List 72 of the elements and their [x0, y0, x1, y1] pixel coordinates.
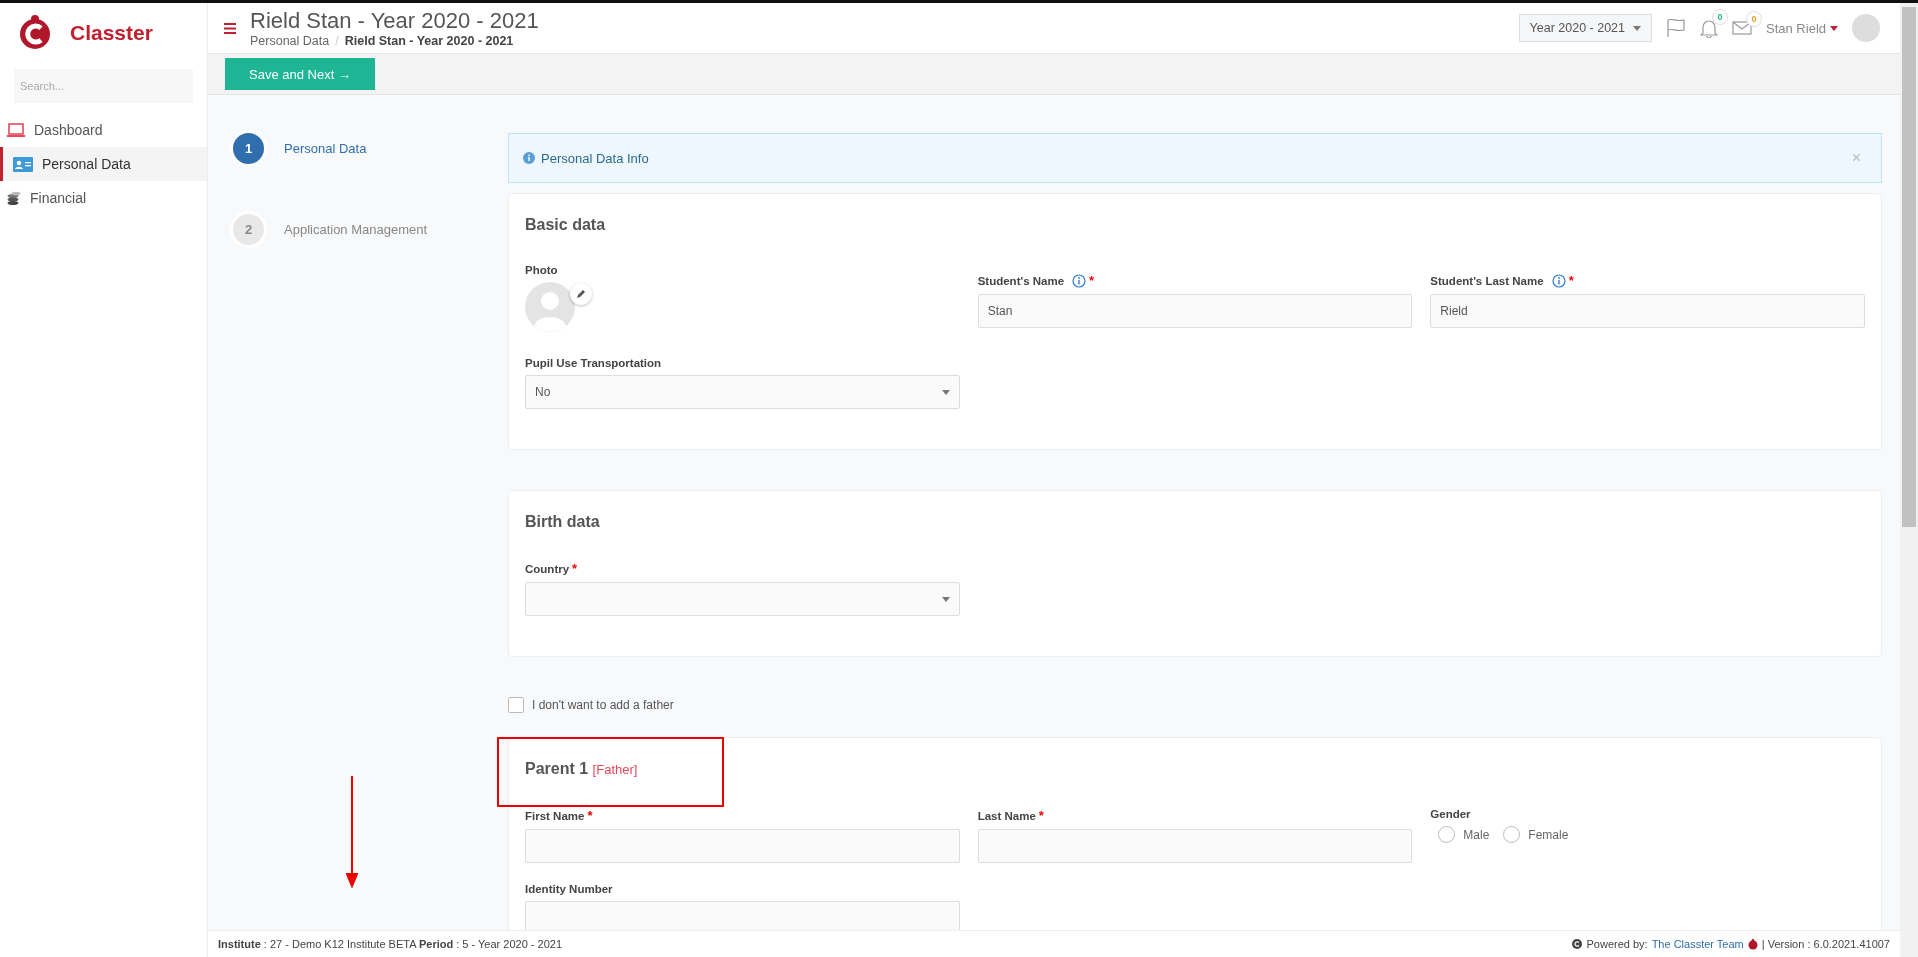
envelope-icon[interactable] [1732, 20, 1752, 36]
sidebar-item[interactable]: Dashboard [0, 113, 207, 147]
info-icon [523, 152, 535, 164]
text-field[interactable]: Rield [1430, 294, 1865, 328]
radio-option[interactable]: Female [1503, 826, 1569, 843]
coins-icon [7, 190, 21, 206]
section-title: Parent 1 [Father] [525, 760, 639, 778]
caret-icon [941, 596, 950, 602]
user-avatar[interactable] [1852, 14, 1880, 42]
checkbox-option[interactable]: I don't want to add a father [508, 697, 1882, 713]
breadcrumb-item[interactable]: Personal Data [250, 34, 330, 48]
section-title: Basic data [525, 216, 607, 234]
field-label: Gender [1430, 808, 1471, 820]
copyright-icon [1572, 939, 1583, 949]
radio-option[interactable]: Male [1438, 826, 1490, 843]
wizard-step[interactable]: 2 Application Management [233, 214, 508, 245]
info-text: Personal Data Info [541, 150, 649, 166]
required-asterisk: * [1038, 808, 1044, 823]
field-label: Last Name [977, 809, 1036, 822]
radio-button[interactable] [1503, 826, 1521, 843]
avatar-silhouette-icon [525, 282, 575, 332]
caret-icon [1633, 25, 1641, 31]
page-title: Rield Stan - Year 2020 - 2021 [250, 8, 539, 34]
laptop-icon [7, 122, 25, 138]
logo-icon [1747, 938, 1758, 950]
year-select[interactable]: Year 2020 - 2021 [1518, 14, 1652, 42]
field-label: Photo [525, 264, 558, 276]
logo-text: Classter [70, 21, 153, 45]
required-asterisk: * [572, 561, 578, 576]
edit-photo-button[interactable] [570, 283, 592, 305]
user-menu[interactable]: Stan Rield [1766, 20, 1838, 36]
sidebar-item[interactable]: Personal Data [0, 147, 207, 181]
step-number: 2 [233, 214, 264, 245]
field-label: Country [525, 562, 570, 575]
section-title: Birth data [525, 513, 601, 531]
version-text: | Version : 6.0.2021.41007 [1761, 938, 1890, 950]
notification-count: 0 [1712, 9, 1728, 25]
menu-icon[interactable] [224, 22, 236, 34]
caret-icon [941, 389, 950, 395]
text-field[interactable] [525, 829, 960, 863]
field-label: Student's Name [977, 274, 1065, 287]
required-asterisk: * [1089, 273, 1095, 288]
field-label: Identity Number [525, 883, 613, 895]
caret-icon [1830, 25, 1838, 31]
text-field[interactable] [977, 829, 1413, 863]
flag-icon[interactable] [1666, 18, 1686, 38]
field-label: Pupil Use Transportation [525, 357, 662, 369]
field-label: First Name [525, 809, 585, 822]
logo-icon [18, 14, 52, 52]
pencil-icon [576, 289, 586, 299]
powered-by-text: Powered by: [1586, 938, 1648, 950]
scrollbar[interactable] [1900, 3, 1918, 957]
select-field[interactable]: No [525, 375, 960, 409]
wizard-step[interactable]: 1 Personal Data [233, 133, 508, 164]
institute-info: Institute : 27 - Demo K12 Institute BETA Period : 5 - Year 2020 - 2021 [218, 938, 563, 950]
required-asterisk: * [1568, 273, 1574, 288]
step-number: 1 [233, 133, 264, 164]
required-asterisk: * [587, 808, 593, 823]
sidebar-item[interactable]: Financial [0, 181, 207, 215]
id-card-icon [13, 156, 33, 172]
text-field[interactable] [525, 901, 960, 930]
search-field[interactable]: Search... [14, 69, 193, 103]
breadcrumb-item: Rield Stan - Year 2020 - 2021 [344, 34, 514, 48]
breadcrumb-separator: / [335, 34, 339, 48]
message-count: 0 [1746, 11, 1762, 27]
text-field[interactable]: Stan [977, 294, 1413, 328]
checkbox[interactable] [508, 697, 524, 713]
radio-button[interactable] [1438, 826, 1456, 843]
field-label: Student's Last Name [1430, 274, 1544, 287]
team-link[interactable]: The Classter Team [1651, 938, 1744, 950]
select-field[interactable] [525, 582, 960, 616]
bell-icon[interactable] [1700, 18, 1718, 38]
